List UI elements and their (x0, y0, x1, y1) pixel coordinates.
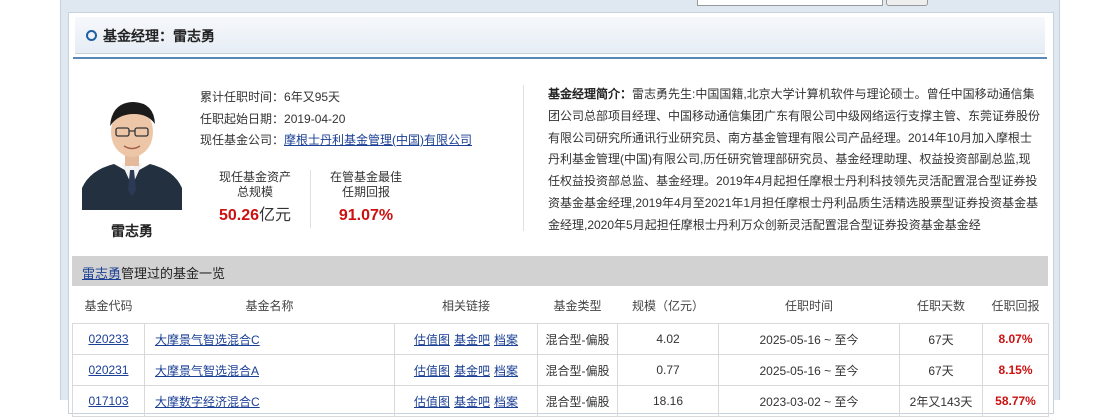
column-header: 基金名称 (144, 287, 395, 324)
valuation-chart-link[interactable]: 估值图 (414, 364, 450, 378)
best-label-1: 在管基金最佳 (329, 170, 402, 184)
best-label-2: 任期回报 (341, 185, 390, 199)
tenure-label: 累计任职时间： (200, 90, 285, 104)
search-input[interactable] (697, 0, 883, 6)
bio-label: 基金经理简介： (548, 87, 633, 101)
manager-photo (82, 90, 182, 210)
tenure-days: 67天 (899, 354, 983, 386)
section-divider (523, 85, 524, 231)
fund-archive-link[interactable]: 档案 (494, 333, 518, 347)
fund-name-link[interactable]: 大摩景气智选混合A (155, 364, 259, 378)
panel-header: 基金经理：雷志勇 (75, 17, 1045, 54)
fund-list-title-suffix: 管理过的基金一览 (121, 266, 226, 281)
valuation-chart-link[interactable]: 估值图 (414, 395, 450, 409)
assets-value-wrap: 50.26亿元 (205, 207, 305, 224)
fund-size: 18.16 (617, 385, 719, 417)
assets-label-2: 总规模 (236, 185, 273, 199)
tenure-return: 8.07% (982, 323, 1049, 355)
tenure-return: 8.15% (982, 354, 1049, 386)
assets-value: 50.26 (218, 207, 260, 224)
fund-code-link[interactable]: 020233 (88, 332, 128, 346)
start-date-value: 2019-04-20 (284, 112, 346, 126)
manager-bio: 基金经理简介：雷志勇先生:中国国籍,北京大学计算机软件与理论硕士。曾任中国移动通… (548, 84, 1040, 236)
fund-forum-link[interactable]: 基金吧 (454, 364, 490, 378)
fund-table: 基金代码 基金名称 相关链接 基金类型 规模（亿元） 任职时间 任职天数 任职回… (72, 287, 1049, 417)
tenure-days: 2年又143天 (899, 385, 983, 417)
column-header: 规模（亿元） (617, 287, 719, 324)
column-header: 任职天数 (899, 287, 983, 324)
assets-unit: 亿元 (259, 207, 292, 224)
fund-type: 混合型-偏股 (537, 354, 618, 386)
fund-list-header: 雷志勇管理过的基金一览 (72, 256, 1048, 286)
bio-text: 雷志勇先生:中国国籍,北京大学计算机软件与理论硕士。曾任中国移动通信集团公司总部… (548, 87, 1040, 232)
tenure-period: 2023-03-02 ~ 至今 (718, 385, 900, 417)
fund-archive-link[interactable]: 档案 (494, 364, 518, 378)
assets-stat: 现任基金资产 总规模 50.26亿元 (205, 170, 305, 224)
stat-divider (310, 170, 311, 228)
tenure-return: 58.77% (982, 385, 1049, 417)
assets-label-1: 现任基金资产 (218, 170, 291, 184)
column-header: 基金类型 (537, 287, 618, 324)
fund-type: 混合型-偏股 (537, 385, 618, 417)
tenure-line: 累计任职时间：6年又95天 (200, 88, 340, 105)
fund-size: 0.77 (617, 354, 719, 386)
best-return-value: 91.07% (338, 207, 394, 224)
search-button[interactable] (886, 0, 928, 6)
column-header: 基金代码 (72, 287, 145, 324)
column-header: 任职回报 (982, 287, 1049, 324)
circle-icon (86, 30, 97, 41)
tenure-days: 67天 (899, 323, 983, 355)
column-header: 任职时间 (718, 287, 900, 324)
manager-name: 雷志勇 (111, 223, 153, 239)
fund-list-title: 雷志勇管理过的基金一览 (82, 263, 225, 282)
fund-code-link[interactable]: 020231 (88, 363, 128, 377)
company-link[interactable]: 摩根士丹利基金管理(中国)有限公司 (284, 133, 472, 147)
tenure-period: 2025-05-16 ~ 至今 (718, 323, 900, 355)
table-row: 017103 大摩数字经济混合C 估值图 基金吧 档案 混合型-偏股 18.16 2… (72, 385, 1049, 417)
start-date-label: 任职起始日期： (200, 112, 285, 126)
fund-size: 4.02 (617, 323, 719, 355)
manager-name-link[interactable]: 雷志勇 (82, 266, 121, 281)
divider (73, 57, 1047, 59)
fund-archive-link[interactable]: 档案 (494, 395, 518, 409)
table-row: 020231 大摩景气智选混合A 估值图 基金吧 档案 混合型-偏股 0.77 20… (72, 354, 1049, 386)
tenure-value: 6年又95天 (284, 90, 341, 104)
fund-code-link[interactable]: 017103 (88, 394, 128, 408)
table-row: 020233 大摩景气智选混合C 估值图 基金吧 档案 混合型-偏股 4.02 20… (72, 323, 1049, 355)
fund-name-link[interactable]: 大摩数字经济混合C (155, 395, 260, 409)
page-title: 基金经理：雷志勇 (103, 28, 215, 44)
column-header: 相关链接 (394, 287, 538, 324)
table-header-row: 基金代码 基金名称 相关链接 基金类型 规模（亿元） 任职时间 任职天数 任职回… (72, 287, 1049, 324)
tenure-period: 2025-05-16 ~ 至今 (718, 354, 900, 386)
best-return-stat: 在管基金最佳 任期回报 91.07% (316, 170, 416, 224)
fund-forum-link[interactable]: 基金吧 (454, 333, 490, 347)
company-line: 现任基金公司：摩根士丹利基金管理(中国)有限公司 (200, 131, 472, 148)
valuation-chart-link[interactable]: 估值图 (414, 333, 450, 347)
company-label: 现任基金公司： (200, 133, 285, 147)
fund-type: 混合型-偏股 (537, 323, 618, 355)
fund-forum-link[interactable]: 基金吧 (454, 395, 490, 409)
start-date-line: 任职起始日期：2019-04-20 (200, 110, 345, 127)
fund-name-link[interactable]: 大摩景气智选混合C (155, 333, 260, 347)
